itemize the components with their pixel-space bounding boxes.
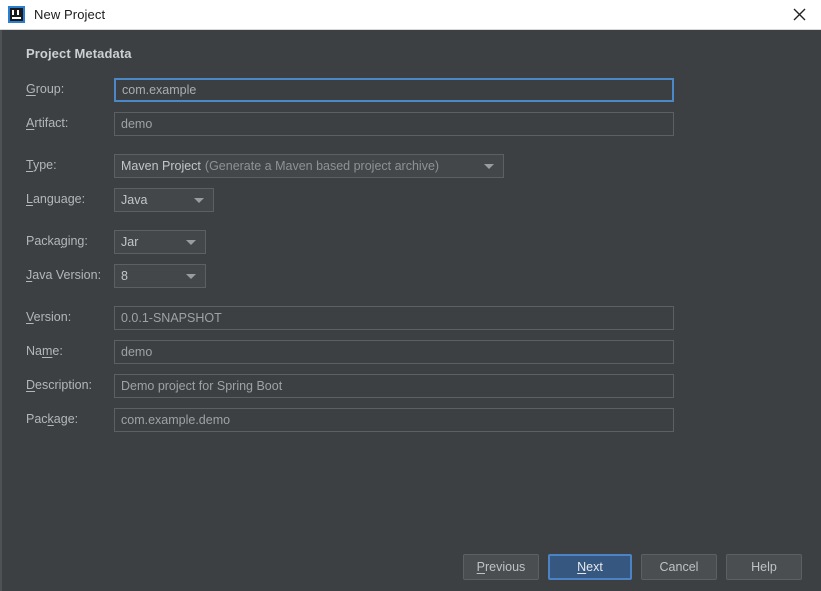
page-title: Project Metadata [26, 46, 132, 61]
description-value: Demo project for Spring Boot [121, 379, 283, 393]
next-button[interactable]: Next [548, 554, 632, 580]
version-label: Version: [26, 310, 72, 324]
field-row-artifact: Artifact: demo [2, 112, 821, 138]
field-row-version: Version: 0.0.1-SNAPSHOT [2, 306, 821, 332]
titlebar: New Project [0, 0, 821, 30]
artifact-input[interactable]: demo [114, 112, 674, 136]
name-input[interactable]: demo [114, 340, 674, 364]
language-value: Java [121, 193, 148, 207]
field-row-description: Description: Demo project for Spring Boot [2, 374, 821, 400]
chevron-down-icon [484, 164, 494, 169]
description-input[interactable]: Demo project for Spring Boot [114, 374, 674, 398]
description-label: Description: [26, 378, 93, 392]
group-input[interactable]: com.example [114, 78, 674, 102]
type-value-description: (Generate a Maven based project archive) [204, 159, 440, 173]
package-label: Package: [26, 412, 79, 426]
field-row-group: Group: com.example [2, 78, 821, 104]
java-version-label: Java Version: [26, 268, 102, 282]
field-row-type: Type: Maven Project (Generate a Maven base… [2, 154, 821, 180]
group-value: com.example [122, 83, 197, 97]
artifact-value: demo [121, 117, 153, 131]
packaging-label: Packaging: [26, 234, 88, 248]
field-row-language: Language: Java [2, 188, 821, 214]
language-dropdown[interactable]: Java [114, 188, 214, 212]
chevron-down-icon [186, 274, 196, 279]
version-input[interactable]: 0.0.1-SNAPSHOT [114, 306, 674, 330]
cancel-button[interactable]: Cancel [641, 554, 717, 580]
java-version-dropdown[interactable]: 8 [114, 264, 206, 288]
name-value: demo [121, 345, 153, 359]
type-dropdown[interactable]: Maven Project (Generate a Maven based pro… [114, 154, 504, 178]
group-label: Group: [26, 82, 65, 96]
package-value: com.example.demo [121, 413, 231, 427]
intellij-idea-icon [8, 6, 25, 23]
window-title: New Project [34, 7, 106, 22]
packaging-dropdown[interactable]: Jar [114, 230, 206, 254]
chevron-down-icon [186, 240, 196, 245]
chevron-down-icon [194, 198, 204, 203]
previous-button[interactable]: Previous [463, 554, 539, 580]
artifact-label: Artifact: [26, 116, 69, 130]
java-version-value: 8 [121, 269, 128, 283]
field-row-name: Name: demo [2, 340, 821, 366]
new-project-dialog: New Project Project Metadata Group: com.e… [0, 0, 821, 591]
language-label: Language: [26, 192, 86, 206]
package-input[interactable]: com.example.demo [114, 408, 674, 432]
type-value: Maven Project [121, 159, 201, 173]
version-value: 0.0.1-SNAPSHOT [121, 311, 222, 325]
type-label: Type: [26, 158, 57, 172]
field-row-java-version: Java Version: 8 [2, 264, 821, 290]
close-icon[interactable] [777, 0, 821, 29]
packaging-value: Jar [121, 235, 139, 249]
dialog-content: Project Metadata Group: com.example Artifa… [0, 30, 821, 591]
help-button[interactable]: Help [726, 554, 802, 580]
field-row-package: Package: com.example.demo [2, 408, 821, 434]
field-row-packaging: Packaging: Jar [2, 230, 821, 256]
name-label: Name: [26, 344, 63, 358]
